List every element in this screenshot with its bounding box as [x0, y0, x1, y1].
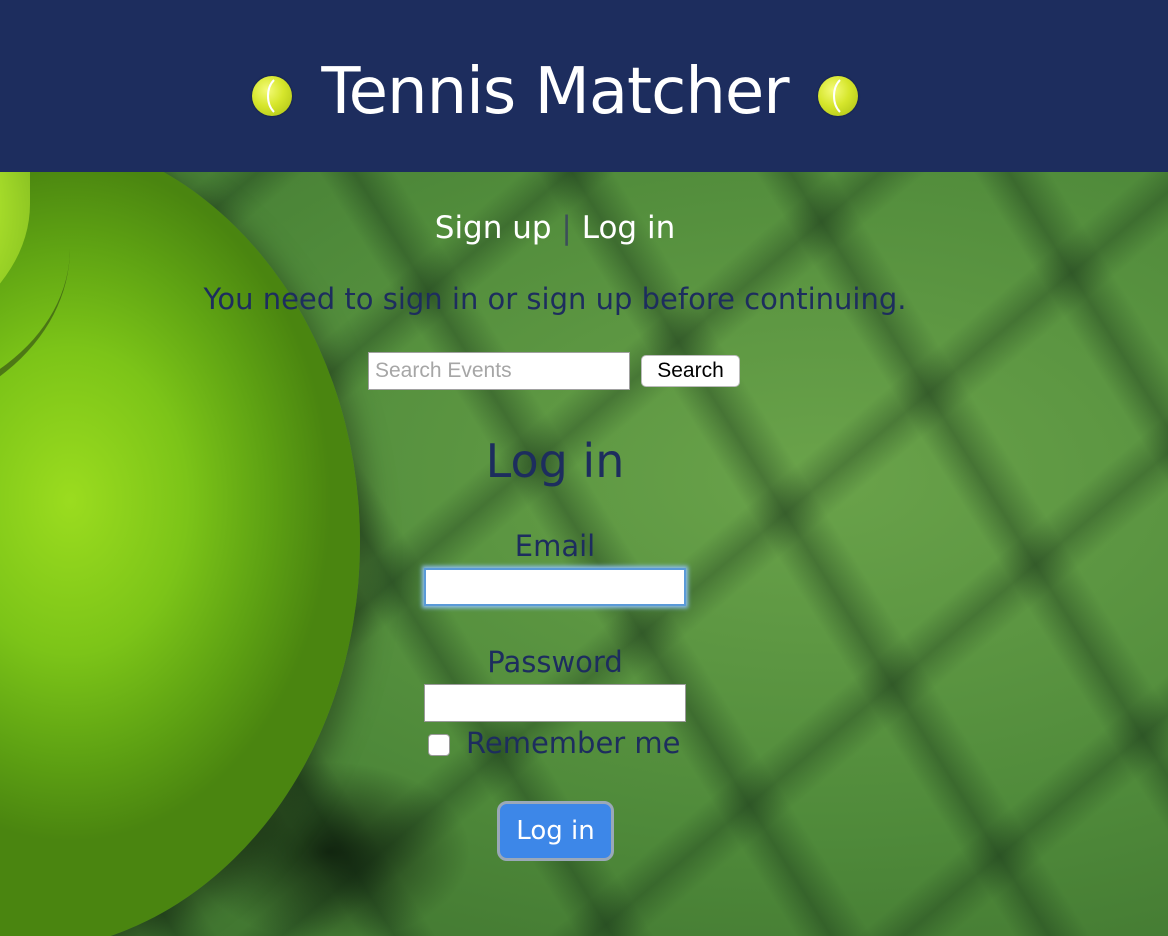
- email-field[interactable]: [424, 568, 686, 606]
- page-title: Log in: [485, 434, 625, 488]
- remember-me-label[interactable]: Remember me: [466, 724, 681, 762]
- log-in-button[interactable]: Log in: [497, 801, 614, 861]
- log-in-link[interactable]: Log in: [582, 210, 675, 246]
- nav-separator: |: [561, 210, 572, 246]
- site-header: Tennis Matcher: [0, 0, 1168, 172]
- search-button[interactable]: Search: [641, 355, 740, 387]
- flash-notice: You need to sign in or sign up before co…: [203, 282, 907, 316]
- search-input[interactable]: [368, 352, 630, 390]
- email-label: Email: [514, 529, 596, 563]
- brand-title[interactable]: Tennis Matcher: [0, 52, 1110, 132]
- sign-up-link[interactable]: Sign up: [435, 210, 552, 246]
- remember-me-checkbox[interactable]: [428, 734, 450, 756]
- tennis-ball-icon: [818, 76, 858, 116]
- auth-nav: Sign up | Log in: [0, 208, 1110, 248]
- password-label: Password: [487, 645, 623, 679]
- password-field[interactable]: [424, 684, 686, 722]
